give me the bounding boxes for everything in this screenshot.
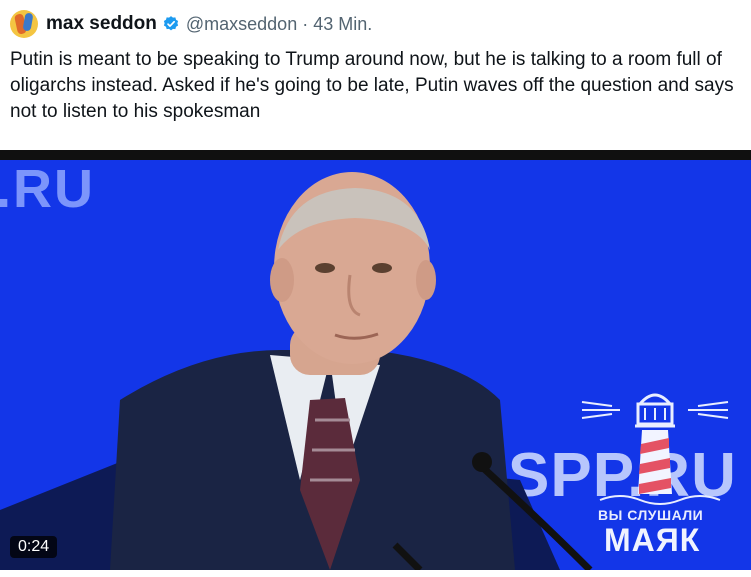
video-duration-badge: 0:24 bbox=[10, 536, 58, 558]
tweet-header: max seddon @maxseddon · 43 Min. bbox=[10, 10, 372, 38]
lighthouse-icon bbox=[581, 393, 729, 505]
separator-dot: · bbox=[302, 13, 309, 34]
tweet-text: Putin is meant to be speaking to Trump a… bbox=[10, 49, 739, 122]
avatar[interactable] bbox=[10, 10, 38, 38]
author-name[interactable]: max seddon bbox=[46, 13, 157, 35]
author-handle[interactable]: @maxseddon bbox=[186, 14, 297, 35]
post-time[interactable]: 43 Min. bbox=[313, 14, 372, 35]
video-player[interactable]: .RU SPP.RU ВЫ СЛУШАЛИ МАЯК 0:24 bbox=[0, 150, 751, 570]
verified-badge-icon bbox=[163, 16, 178, 31]
watermark-line2: МАЯК bbox=[604, 522, 701, 558]
watermark-line1: ВЫ СЛУШАЛИ bbox=[598, 507, 704, 523]
